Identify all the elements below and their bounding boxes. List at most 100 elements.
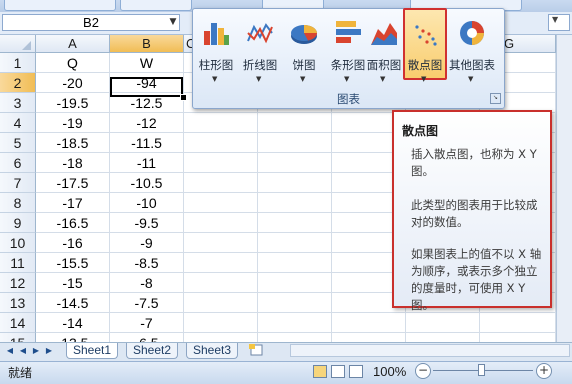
cell-a[interactable]: -16.5 [36, 213, 110, 233]
row-header[interactable]: 12 [0, 273, 36, 293]
cell[interactable] [184, 173, 258, 193]
cell[interactable] [258, 313, 332, 333]
cell-b[interactable]: -7 [110, 313, 184, 333]
other-charts-button[interactable]: 其他图表 ▼ [449, 19, 495, 85]
cell-a[interactable]: -15.5 [36, 253, 110, 273]
row-header[interactable]: 8 [0, 193, 36, 213]
cell[interactable] [332, 333, 406, 342]
cell[interactable] [258, 153, 332, 173]
cell[interactable] [258, 233, 332, 253]
cell[interactable] [406, 313, 480, 333]
chevron-down-icon[interactable]: ▼ [166, 14, 180, 31]
row-header[interactable]: 7 [0, 173, 36, 193]
row-header[interactable]: 9 [0, 213, 36, 233]
row-header[interactable]: 6 [0, 153, 36, 173]
column-chart-button[interactable]: 柱形图 ▼ [195, 19, 237, 85]
cell-a[interactable]: -17.5 [36, 173, 110, 193]
dialog-launcher-icon[interactable]: ↘ [490, 93, 501, 104]
cell-a[interactable]: -19 [36, 113, 110, 133]
cell-a[interactable]: -19.5 [36, 93, 110, 113]
cell-b[interactable]: -12 [110, 113, 184, 133]
prev-sheet-icon[interactable]: ◀ [17, 344, 29, 358]
row-header[interactable]: 14 [0, 313, 36, 333]
cell-a[interactable]: -16 [36, 233, 110, 253]
cell[interactable] [184, 313, 258, 333]
cell[interactable] [258, 193, 332, 213]
column-header-a[interactable]: A [36, 35, 110, 53]
cell[interactable] [480, 313, 556, 333]
cell[interactable] [258, 213, 332, 233]
cell[interactable] [184, 273, 258, 293]
cell[interactable] [184, 213, 258, 233]
cell-b[interactable]: -10 [110, 193, 184, 213]
cell-b[interactable]: W [110, 53, 184, 73]
cell-a[interactable]: -17 [36, 193, 110, 213]
row-header[interactable]: 5 [0, 133, 36, 153]
cell-b[interactable]: -9 [110, 233, 184, 253]
cell[interactable] [184, 113, 258, 133]
name-box[interactable]: B2 [2, 14, 180, 31]
sheet-tab-sheet3[interactable]: Sheet3 [186, 343, 239, 359]
cell-a[interactable]: -20 [36, 73, 110, 93]
horizontal-scrollbar[interactable] [290, 344, 570, 357]
cell-b[interactable]: -8 [110, 273, 184, 293]
last-sheet-icon[interactable]: ▶ [43, 344, 55, 358]
cell-a[interactable]: -18 [36, 153, 110, 173]
cell[interactable] [406, 333, 480, 342]
fill-handle[interactable] [180, 94, 187, 101]
cell-b[interactable]: -6.5 [110, 333, 184, 342]
page-break-view-button[interactable] [349, 365, 363, 378]
row-header[interactable]: 15 [0, 333, 36, 342]
row-header[interactable]: 2 [0, 73, 36, 93]
next-sheet-icon[interactable]: ▶ [30, 344, 42, 358]
column-header-b[interactable]: B [110, 35, 184, 53]
line-chart-button[interactable]: 折线图 ▼ [239, 19, 281, 85]
cell[interactable] [258, 333, 332, 342]
row-header[interactable]: 3 [0, 93, 36, 113]
row-header[interactable]: 13 [0, 293, 36, 313]
cell[interactable] [184, 293, 258, 313]
area-chart-button[interactable]: 面积图 ▼ [363, 19, 405, 85]
page-layout-view-button[interactable] [331, 365, 345, 378]
cell[interactable] [258, 133, 332, 153]
insert-sheet-icon[interactable] [248, 343, 266, 357]
cell[interactable] [184, 193, 258, 213]
sheet-tab-sheet2[interactable]: Sheet2 [126, 343, 179, 359]
cell[interactable] [258, 253, 332, 273]
cell-a[interactable]: -14 [36, 313, 110, 333]
row-header[interactable]: 1 [0, 53, 36, 73]
zoom-level[interactable]: 100% [373, 364, 406, 379]
normal-view-button[interactable] [313, 365, 327, 378]
zoom-out-button[interactable]: − [415, 363, 431, 379]
cell-b[interactable]: -10.5 [110, 173, 184, 193]
row-header[interactable]: 4 [0, 113, 36, 133]
cell-a[interactable]: Q [36, 53, 110, 73]
row-header[interactable]: 11 [0, 253, 36, 273]
cell[interactable] [184, 253, 258, 273]
cell-b[interactable]: -8.5 [110, 253, 184, 273]
zoom-in-button[interactable]: + [536, 363, 552, 379]
ribbon-tab[interactable] [120, 0, 192, 11]
cell[interactable] [184, 233, 258, 253]
cell-a[interactable]: -14.5 [36, 293, 110, 313]
cell-b[interactable]: -11 [110, 153, 184, 173]
cell[interactable] [258, 273, 332, 293]
cell[interactable] [184, 133, 258, 153]
cell[interactable] [258, 293, 332, 313]
cell-b[interactable]: -7.5 [110, 293, 184, 313]
cell[interactable] [258, 113, 332, 133]
cell-b[interactable]: -11.5 [110, 133, 184, 153]
sheet-tab-sheet1[interactable]: Sheet1 [66, 343, 119, 359]
vertical-scrollbar[interactable] [556, 35, 572, 342]
zoom-slider-thumb[interactable] [478, 364, 485, 376]
cell-a[interactable]: -18.5 [36, 133, 110, 153]
pie-chart-button[interactable]: 饼图 ▼ [283, 19, 325, 85]
cell-a[interactable]: -15 [36, 273, 110, 293]
cell[interactable] [332, 313, 406, 333]
cell[interactable] [258, 173, 332, 193]
row-header[interactable]: 10 [0, 233, 36, 253]
cell[interactable] [184, 153, 258, 173]
cell[interactable] [184, 333, 258, 342]
scatter-chart-button[interactable]: 散点图 ▼ [404, 19, 446, 85]
cell-b[interactable]: -9.5 [110, 213, 184, 233]
